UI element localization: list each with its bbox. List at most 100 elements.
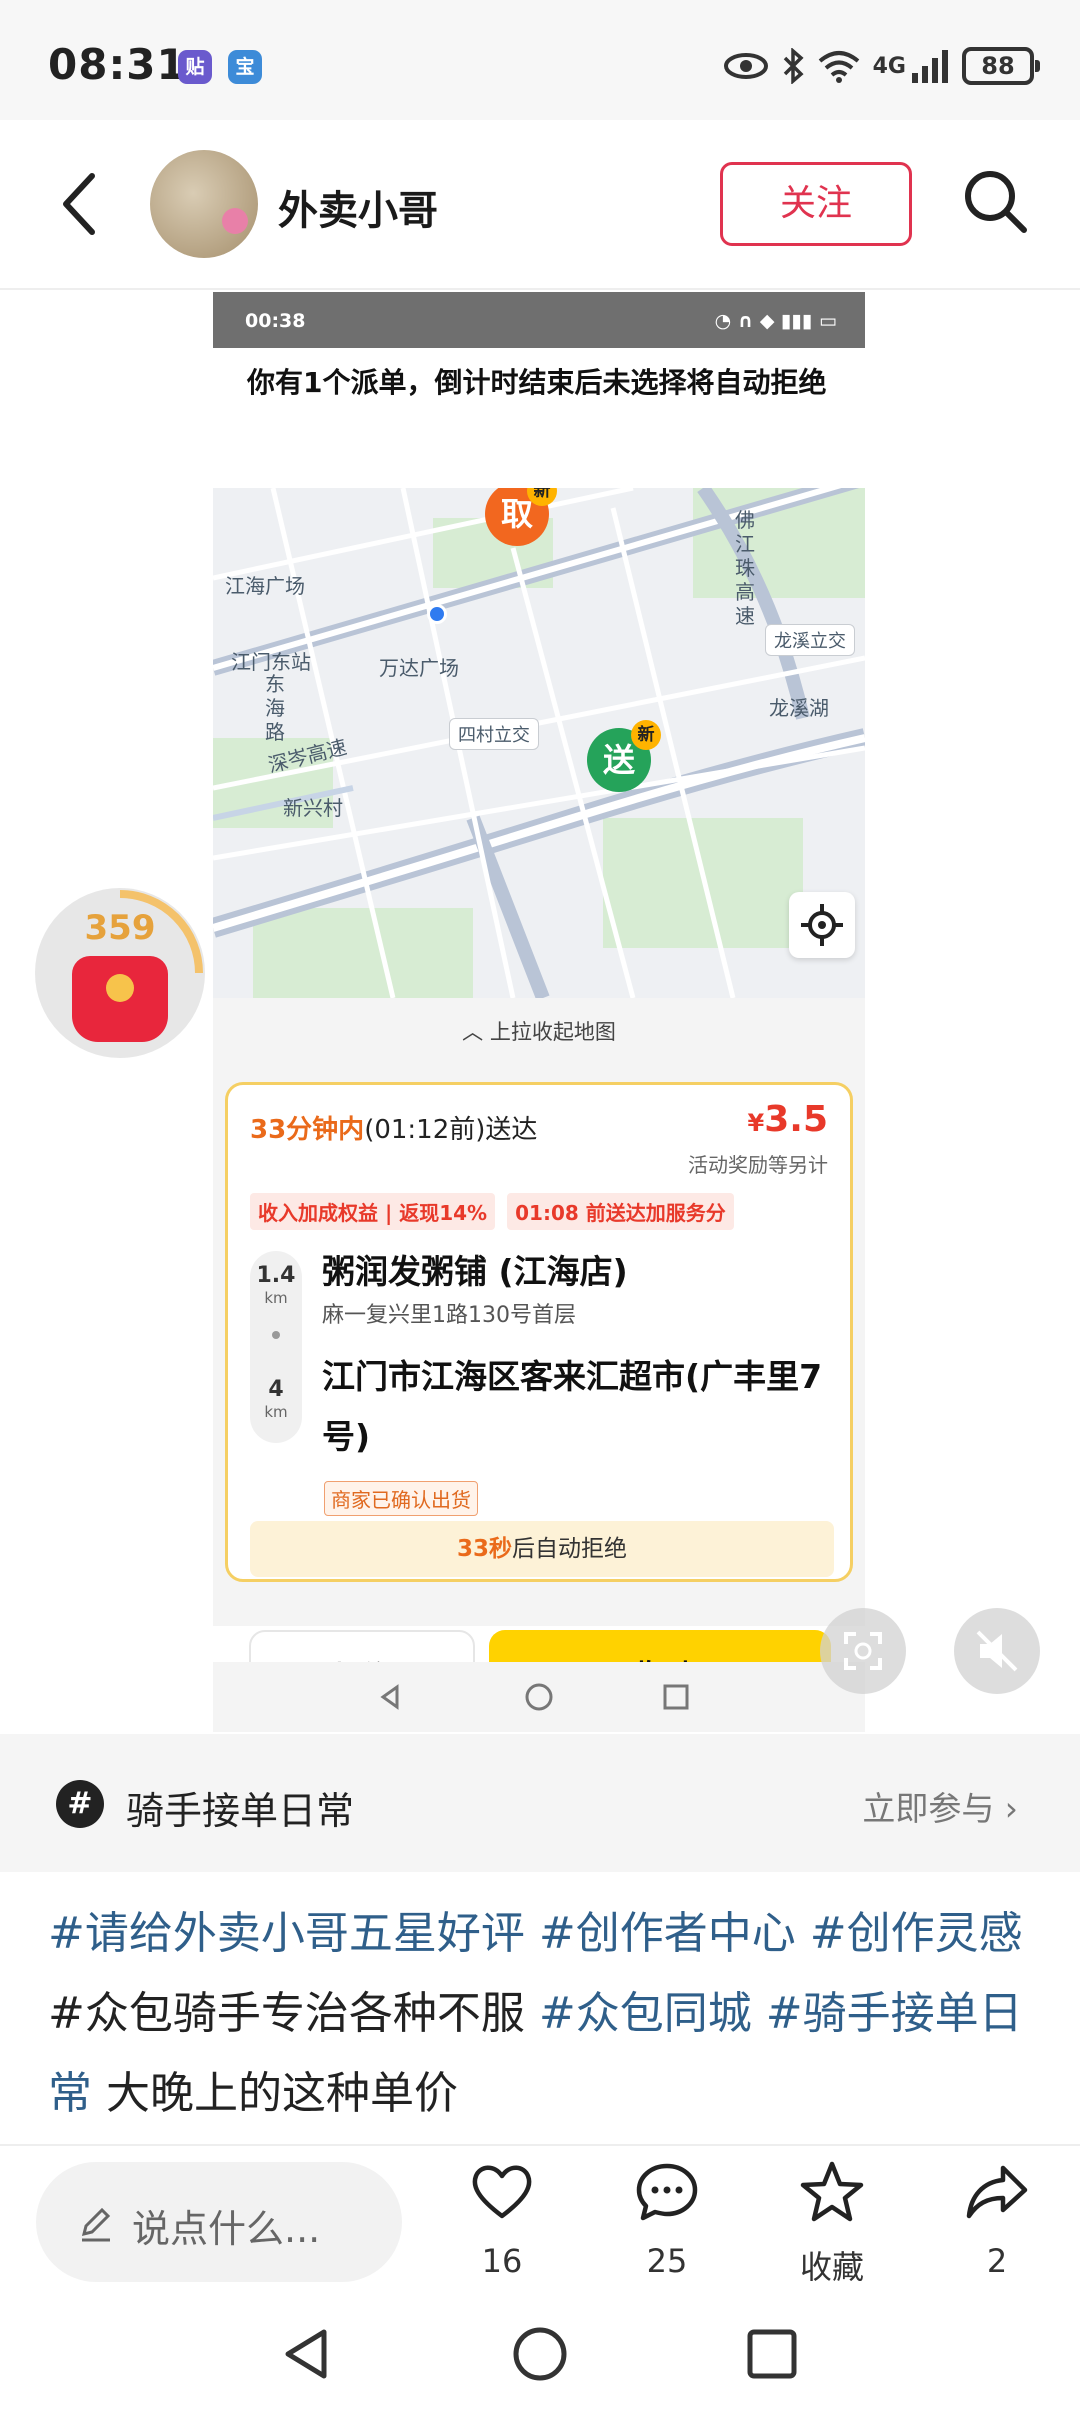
map-label-longxi-lake: 龙溪湖 [769, 696, 829, 720]
image-nav-icons [380, 1683, 689, 1711]
price-symbol: ¥ [747, 1109, 765, 1137]
hashtag-link[interactable]: #创作灵感 [810, 1908, 1023, 1959]
tieba-app-icon: 贴 [178, 50, 212, 84]
status-bar: 08:31 贴 宝 4G 88 [0, 0, 1080, 120]
share-icon [966, 2165, 1028, 2219]
comment-button[interactable]: 25 [597, 2158, 737, 2288]
countdown-seconds: 33秒 [456, 1536, 512, 1562]
comment-icon [636, 2163, 698, 2221]
battery-indicator: 88 [962, 47, 1040, 85]
share-count: 2 [986, 2242, 1008, 2280]
destination-address: 江门市江海区客来汇超市(广丰里7号) [322, 1357, 823, 1456]
map-tag-longxi-interchange: 龙溪立交 [765, 624, 855, 656]
nav-back-icon[interactable] [272, 2318, 344, 2390]
delivery-distance: 4 [268, 1377, 284, 1402]
image-status-time: 00:38 [245, 310, 306, 332]
pull-up-map-handle[interactable]: ︿ 上拉收起地图 [213, 998, 865, 1066]
image-status-icons: ◔ ∩ ◆ ▮▮▮ ▭ [714, 310, 837, 332]
map-label-jianghai-plaza: 江海广场 [225, 574, 305, 598]
topic-name: 骑手接单日常 [126, 1789, 355, 1833]
reward-widget[interactable]: 359 [35, 888, 205, 1058]
hashtag-link[interactable]: #请给外卖小哥五星好评 [48, 1908, 539, 1959]
map-tag-sicun-interchange: 四村立交 [449, 718, 539, 750]
comment-placeholder: 说点什么... [132, 2207, 321, 2251]
price-value: 3.5 [764, 1099, 828, 1140]
comment-count: 25 [646, 2242, 688, 2280]
hashtag-link[interactable]: #众包同城 [539, 1988, 766, 2039]
scan-icon [844, 1632, 882, 1670]
delivery-new-badge: 新 [631, 720, 661, 750]
order-area: 33分钟内(01:12前)送达 ¥3.5 活动奖励等另计 收入加成权益 | 返现… [213, 1066, 865, 1626]
order-price: ¥3.5 [748, 1099, 828, 1140]
chevron-up-icon: ︿ [462, 1020, 490, 1044]
delivery-distance-unit: km [264, 1403, 288, 1421]
status-icons: 4G 88 [723, 44, 1040, 88]
image-status-bar: 00:38 ◔ ∩ ◆ ▮▮▮ ▭ [213, 292, 865, 348]
shop-name: 粥润发粥铺 (江海店) [322, 1252, 628, 1291]
caption-text: 大晚上的这种单价 [92, 2068, 458, 2119]
topic-bar[interactable]: # 骑手接单日常 立即参与 › [0, 1734, 1080, 1872]
rider-location-dot [427, 604, 447, 624]
author-name[interactable]: 外卖小哥 [278, 178, 438, 236]
post-caption: #请给外卖小哥五星好评 #创作者中心 #创作灵感 #众包骑手专治各种不服 #众包同… [48, 1894, 1048, 2134]
map-label-xinxing-village: 新兴村 [283, 796, 343, 820]
follow-button[interactable]: 关注 [720, 162, 912, 246]
comment-input[interactable]: 说点什么... [36, 2162, 402, 2282]
post-image[interactable]: 00:38 ◔ ∩ ◆ ▮▮▮ ▭ 你有1个派单，倒计时结束后未选择将自动拒绝 [213, 292, 865, 1732]
image-nav-bar [213, 1662, 865, 1732]
hashtag-link[interactable]: #创作者中心 [539, 1908, 810, 1959]
nav-home-icon[interactable] [504, 2318, 576, 2390]
action-bar: 说点什么... 16 25 收藏 2 [0, 2144, 1080, 2288]
order-card[interactable]: 33分钟内(01:12前)送达 ¥3.5 活动奖励等另计 收入加成权益 | 返现… [225, 1082, 853, 1582]
star-icon [800, 2161, 864, 2222]
bluetooth-icon [783, 48, 804, 84]
countdown-suffix: 后自动拒绝 [512, 1536, 627, 1562]
join-topic-link[interactable]: 立即参与 › [862, 1782, 1018, 1830]
author-avatar[interactable] [150, 150, 258, 258]
post-header: 外卖小哥 关注 [0, 120, 1080, 290]
status-time: 08:31 [48, 40, 187, 89]
order-tags: 收入加成权益 | 返现14% 01:08 前送达加服务分 [250, 1193, 734, 1230]
delivery-deadline: (01:12前)送达 [364, 1115, 538, 1145]
heart-icon [472, 2165, 532, 2219]
reward-count: 359 [84, 908, 156, 948]
share-button[interactable]: 2 [927, 2158, 1067, 2288]
map-label-donghai-road: 东海路 [265, 672, 285, 744]
crosshair-icon [801, 904, 843, 946]
mute-button[interactable] [954, 1608, 1040, 1694]
wifi-icon [818, 51, 859, 83]
map-label-fojiangzhu-expressway: 佛江珠高速 [735, 508, 755, 628]
red-envelope-icon [72, 956, 168, 1042]
map-label-wanda-plaza: 万达广场 [379, 656, 459, 680]
pull-up-map-label: 上拉收起地图 [489, 1020, 616, 1044]
locate-button[interactable] [789, 892, 855, 958]
order-map[interactable]: 江海广场 江门东站 万达广场 东海路 深岑高速 新兴村 佛江珠高速 龙溪湖 龙溪… [213, 488, 865, 998]
shop-address: 麻一复兴里1路130号首层 [322, 1303, 576, 1328]
pickup-distance: 1.4 [256, 1263, 296, 1288]
pencil-icon [81, 2207, 111, 2242]
service-points-tag: 01:08 前送达加服务分 [507, 1193, 734, 1230]
pickup-distance-unit: km [264, 1289, 288, 1307]
back-arrow-icon[interactable] [52, 168, 116, 240]
income-bonus-tag: 收入加成权益 | 返现14% [250, 1193, 496, 1230]
search-icon[interactable] [960, 166, 1032, 238]
mute-icon [976, 1630, 1018, 1672]
like-count: 16 [481, 2242, 523, 2280]
dispatch-notice: 你有1个派单，倒计时结束后未选择将自动拒绝 [247, 366, 827, 399]
route-dot [272, 1331, 280, 1339]
nav-recents-icon[interactable] [736, 2318, 808, 2390]
delivery-time: 33分钟内(01:12前)送达 [250, 1109, 537, 1146]
hashtag-icon: # [56, 1780, 104, 1828]
wallet-app-icon: 宝 [228, 50, 262, 84]
scan-image-button[interactable] [820, 1608, 906, 1694]
caption-text: #众包骑手专治各种不服 [48, 1988, 539, 2039]
eye-icon [723, 53, 768, 79]
chevron-right-icon: › [994, 1789, 1018, 1828]
favorite-button[interactable]: 收藏 [762, 2158, 902, 2288]
auto-reject-countdown: 33秒后自动拒绝 [250, 1521, 834, 1577]
signal-icon [912, 50, 948, 83]
like-button[interactable]: 16 [432, 2158, 572, 2288]
delivery-minutes: 33分钟内 [250, 1115, 365, 1145]
network-type: 4G [872, 53, 906, 79]
distance-column: 1.4 km 4 km [250, 1251, 302, 1443]
